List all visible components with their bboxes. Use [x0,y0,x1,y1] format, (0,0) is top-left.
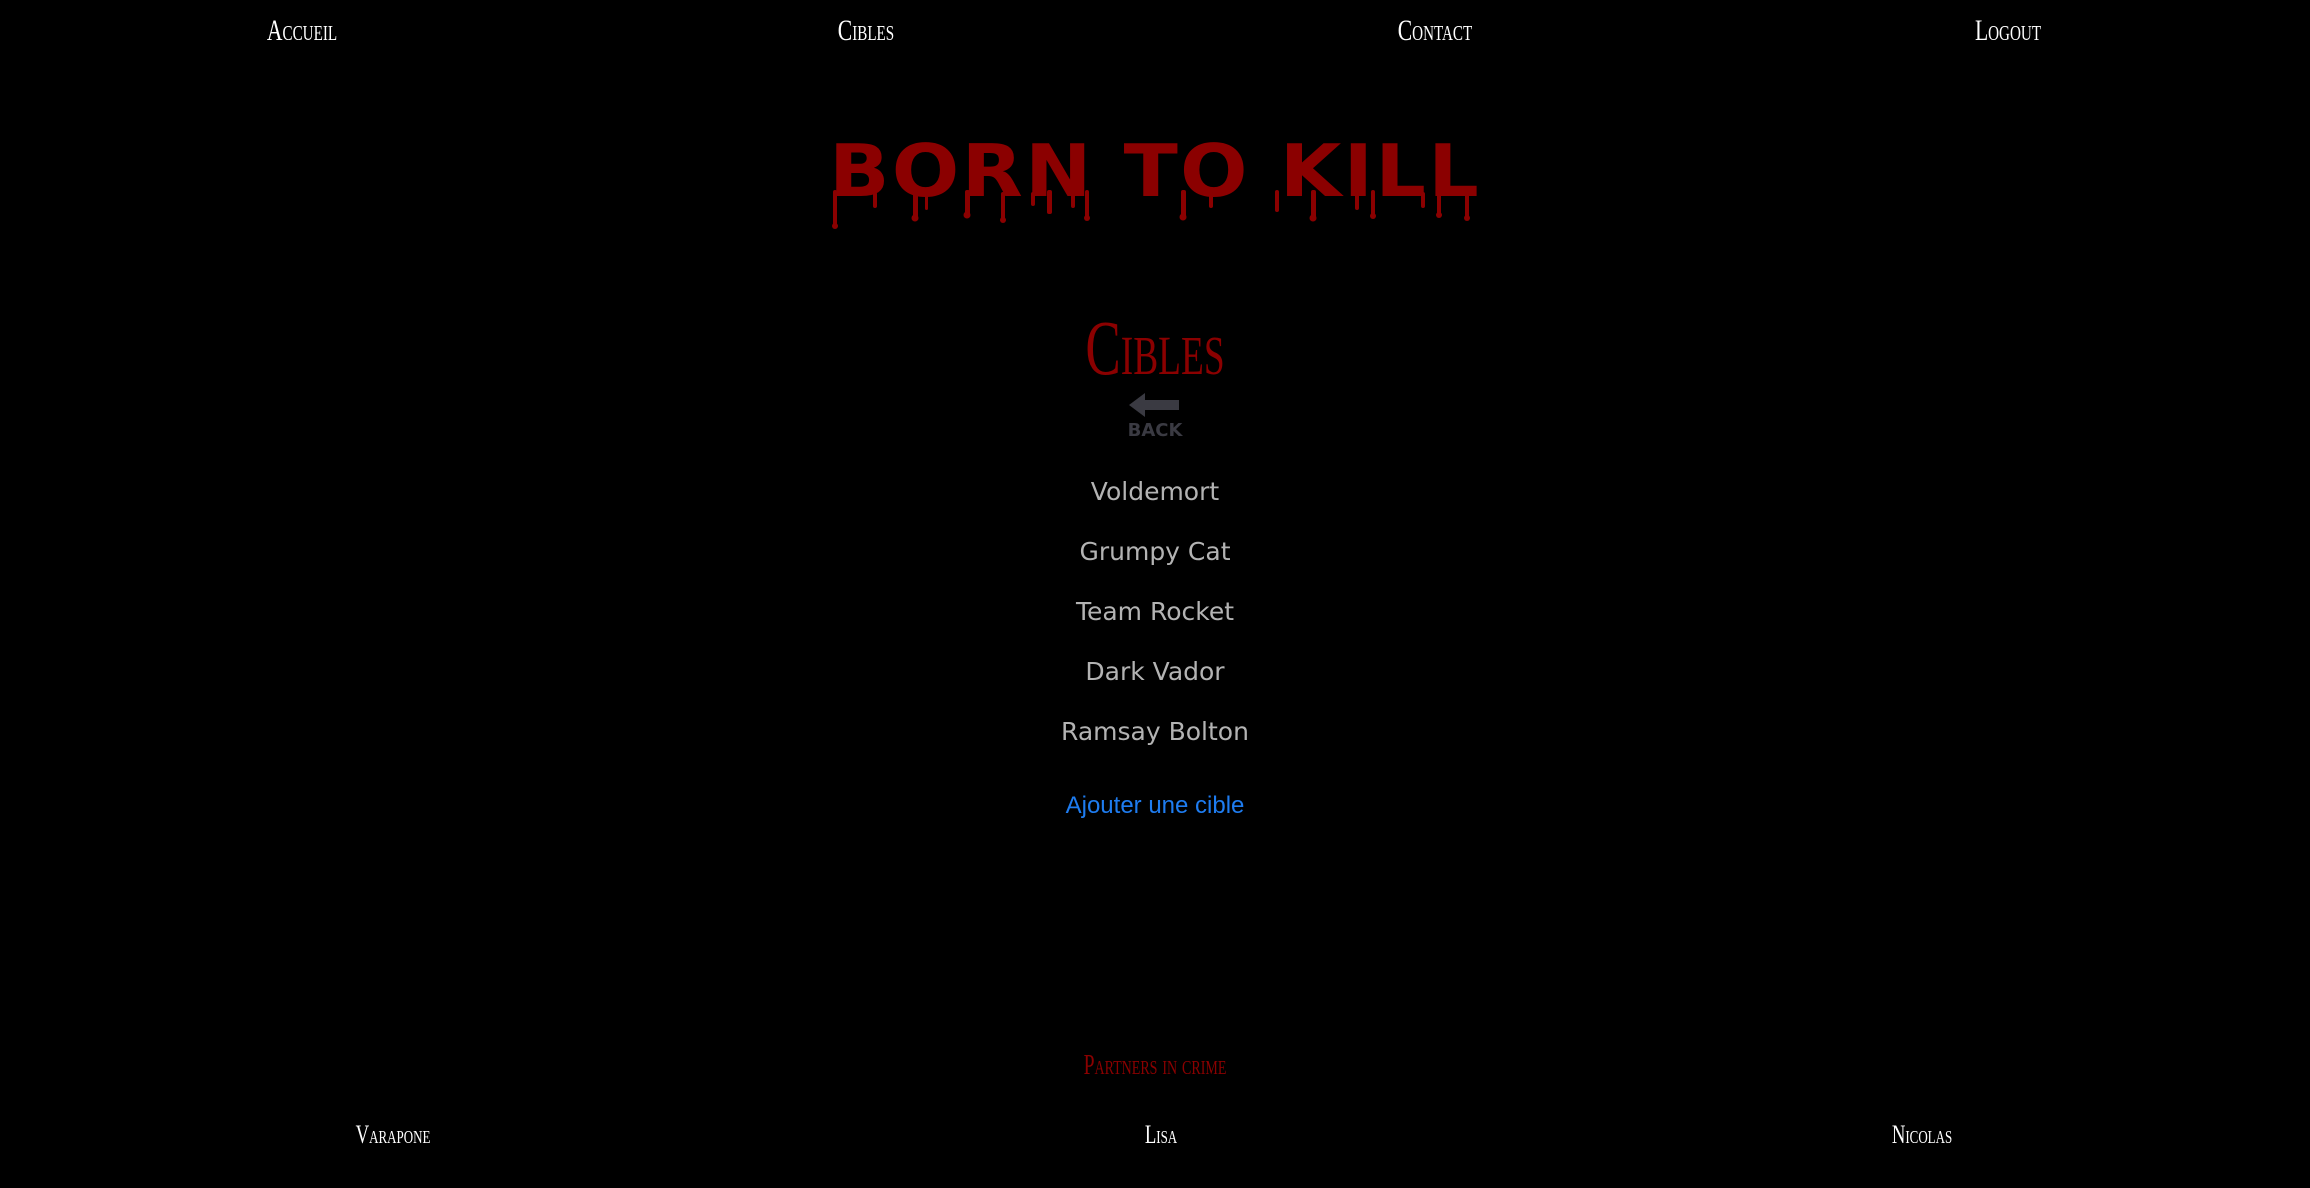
target-list: Voldemort Grumpy Cat Team Rocket Dark Va… [855,472,1455,772]
nav-item-accueil[interactable]: Accueil [253,14,351,48]
nav-item-contact[interactable]: Contact [1383,14,1487,48]
list-item[interactable]: Voldemort [855,472,1455,532]
top-nav: Accueil Cibles Contact Logout [0,0,2310,62]
arrow-left-icon [1129,393,1179,417]
add-target-link[interactable]: Ajouter une cible [1066,792,1245,820]
list-item[interactable]: Ramsay Bolton [855,712,1455,772]
partner-link-nicolas[interactable]: Nicolas [1880,1120,1964,1150]
back-button[interactable]: BACK [1120,392,1190,450]
nav-item-label: Logout [1974,14,2042,47]
nav-item-label: Accueil [266,14,338,47]
partner-link-lisa[interactable]: Lisa [1139,1120,1184,1150]
site-logo: BORN TO KILL [825,129,1485,230]
nav-item-label: Contact [1397,14,1473,47]
list-item[interactable]: Team Rocket [855,592,1455,652]
footer-title: Partners in crime [1083,1050,1227,1081]
back-label: BACK [1127,420,1183,441]
list-item[interactable]: Dark Vador [855,652,1455,712]
nav-item-logout[interactable]: Logout [1962,14,2054,48]
list-item[interactable]: Grumpy Cat [855,532,1455,592]
nav-item-cibles[interactable]: Cibles [827,14,905,48]
page-title: Cibles [1085,304,1225,391]
partner-link-varapone[interactable]: Varapone [341,1120,445,1150]
nav-item-label: Cibles [837,14,895,47]
logo-graphic: BORN TO KILL [829,129,1479,229]
